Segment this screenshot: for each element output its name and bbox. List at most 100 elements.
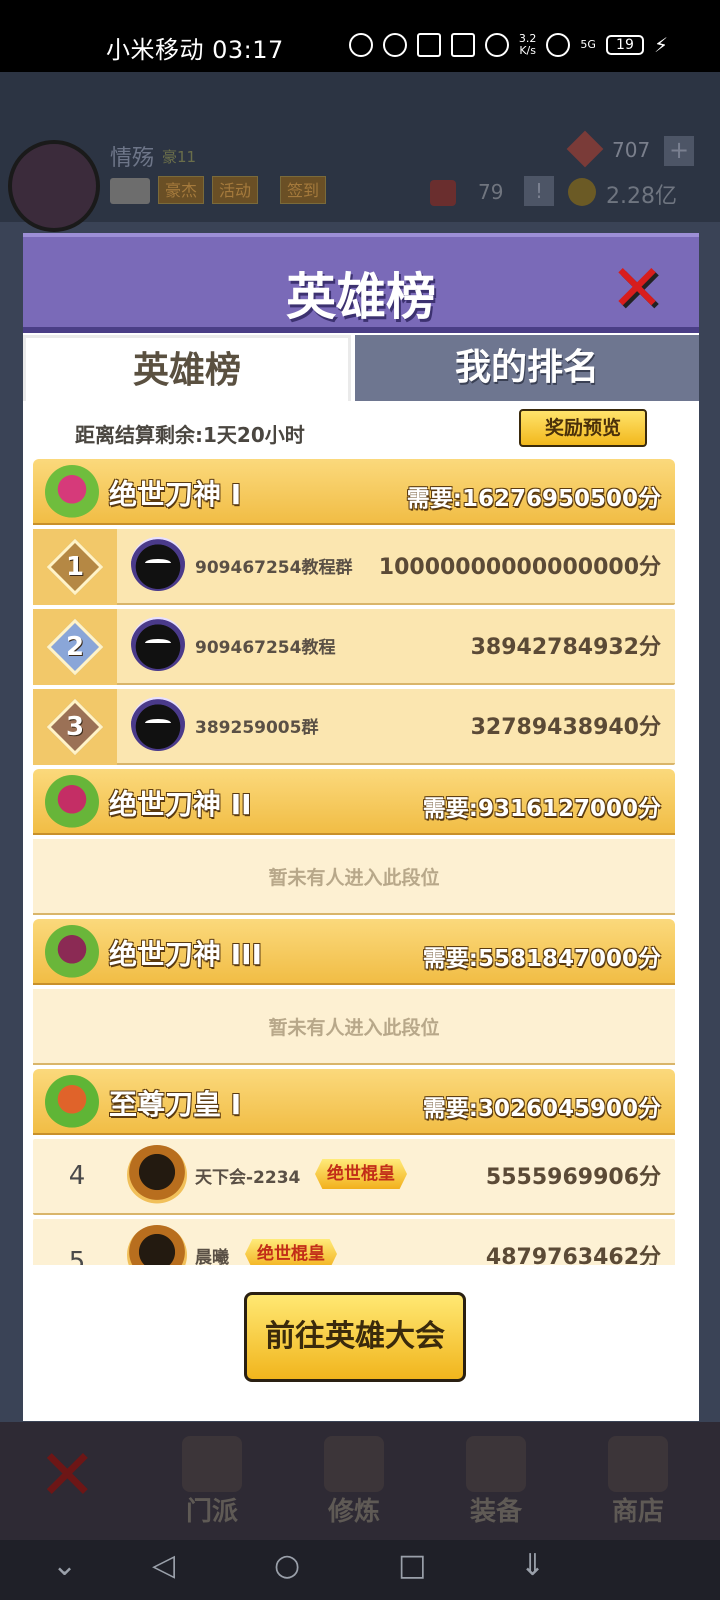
dialog-header: 英雄榜 ✕ bbox=[23, 233, 699, 333]
player-avatar bbox=[131, 617, 185, 671]
goto-hero-conference-button[interactable]: 前往英雄大会 bbox=[244, 1292, 466, 1382]
ranking-list[interactable]: 绝世刀神 I 需要:16276950500分 1 909467254教程群 10… bbox=[33, 459, 675, 1265]
rank-number: 2 bbox=[65, 632, 85, 662]
battery-icon: 19 bbox=[605, 35, 644, 55]
gold-count: 2.28亿 bbox=[606, 184, 677, 209]
nav-close: ✕ bbox=[0, 1430, 140, 1538]
nav-train: 修炼 bbox=[284, 1430, 424, 1538]
add-gem-button: + bbox=[664, 136, 694, 166]
status-bar: 小米移动 03:17 3.2 K/s 5G 19 ⚡ bbox=[0, 0, 720, 72]
back-icon[interactable]: ◁ bbox=[152, 1548, 175, 1583]
nav-sect: 门派 bbox=[142, 1430, 282, 1538]
sword-icon bbox=[466, 1436, 526, 1492]
tier-emblem-icon bbox=[45, 465, 99, 519]
pull-down-icon[interactable]: ⇓ bbox=[520, 1548, 545, 1583]
title-badge: 绝世棍皇 bbox=[315, 1159, 407, 1189]
player-avatar bbox=[131, 537, 185, 591]
shop-icon bbox=[608, 1436, 668, 1492]
close-x-icon: ✕ bbox=[38, 1434, 97, 1516]
tier-header: 绝世刀神 I 需要:16276950500分 bbox=[33, 459, 675, 525]
player-score: 10000000000000000分 bbox=[378, 555, 661, 580]
player-avatar bbox=[8, 140, 100, 232]
hd-icon bbox=[348, 33, 373, 57]
nfc-icon bbox=[416, 33, 441, 57]
tier-header: 绝世刀神 III 需要:5581847000分 bbox=[33, 919, 675, 985]
player-score: 38942784932分 bbox=[470, 635, 661, 660]
gem-count: 707 bbox=[612, 138, 651, 162]
ranking-row[interactable]: 3 389259005群 32789438940分 bbox=[33, 689, 675, 765]
system-nav-bar: ⌄ ◁ ○ □ ⇓ bbox=[0, 1540, 720, 1600]
player-name: 天下会-2234 bbox=[195, 1168, 301, 1188]
tier-name: 至尊刀皇 I bbox=[109, 1088, 242, 1121]
tier-requirement: 需要:5581847000分 bbox=[422, 946, 661, 972]
empty-tier-text: 暂未有人进入此段位 bbox=[268, 867, 440, 889]
checkin-button: 签到 bbox=[280, 176, 327, 204]
bottom-nav: ✕ 门派 修炼 装备 商店 bbox=[0, 1422, 720, 1540]
tier-requirement: 需要:3026045900分 bbox=[422, 1096, 661, 1122]
mail-icon bbox=[110, 178, 150, 204]
reward-preview-button[interactable]: 奖励预览 bbox=[519, 409, 647, 447]
player-score: 4879763462分 bbox=[485, 1245, 661, 1265]
tier-requirement: 需要:16276950500分 bbox=[406, 486, 661, 512]
empty-tier-row: 暂未有人进入此段位 bbox=[33, 989, 675, 1065]
rank-number: 5 bbox=[68, 1247, 86, 1265]
bluetooth-icon bbox=[450, 33, 475, 57]
ingot-icon bbox=[430, 180, 456, 206]
player-name: 909467254教程 bbox=[195, 638, 336, 658]
player-level: 豪11 bbox=[162, 148, 197, 166]
hero-ranking-dialog: 英雄榜 ✕ 英雄榜 我的排名 距离结算剩余:1天20小时 奖励预览 绝世刀神 I… bbox=[23, 233, 699, 1421]
player-score: 5555969906分 bbox=[485, 1165, 661, 1190]
nav-shop: 商店 bbox=[568, 1430, 708, 1538]
ingot-count: 79 bbox=[478, 180, 504, 204]
tier-name: 绝世刀神 III bbox=[109, 938, 263, 971]
player-name: 389259005群 bbox=[195, 718, 319, 738]
player-name: 晨曦 bbox=[195, 1248, 229, 1265]
chevron-down-icon[interactable]: ⌄ bbox=[52, 1548, 77, 1583]
player-avatar bbox=[127, 1145, 187, 1205]
tier-emblem-icon bbox=[45, 925, 99, 979]
ranking-row[interactable]: 4 天下会-2234 绝世棍皇 5555969906分 bbox=[33, 1139, 675, 1215]
tier-name: 绝世刀神 I bbox=[109, 478, 242, 511]
wifi-icon bbox=[546, 33, 571, 57]
rank-number: 4 bbox=[68, 1161, 86, 1191]
ranking-row[interactable]: 5 晨曦 绝世棍皇 4879763462分 bbox=[33, 1219, 675, 1265]
charging-icon: ⚡ bbox=[653, 33, 668, 57]
home-icon[interactable]: ○ bbox=[274, 1548, 300, 1583]
hero-button: 豪杰 bbox=[158, 176, 205, 204]
ranking-row[interactable]: 1 909467254教程群 10000000000000000分 bbox=[33, 529, 675, 605]
tier-header: 绝世刀神 II 需要:9316127000分 bbox=[33, 769, 675, 835]
empty-tier-row: 暂未有人进入此段位 bbox=[33, 839, 675, 915]
activity-button: 活动 bbox=[212, 176, 259, 204]
empty-tier-text: 暂未有人进入此段位 bbox=[268, 1017, 440, 1039]
tier-emblem-icon bbox=[45, 1075, 99, 1129]
temple-icon bbox=[182, 1436, 242, 1492]
tier-name: 绝世刀神 II bbox=[109, 788, 252, 821]
player-name: 情殇 bbox=[110, 146, 155, 171]
close-button[interactable]: ✕ bbox=[607, 257, 667, 321]
rank-number: 3 bbox=[65, 712, 85, 742]
net-speed: 3.2 K/s bbox=[518, 32, 537, 57]
player-score: 32789438940分 bbox=[470, 715, 661, 740]
mute-bell-icon bbox=[484, 33, 509, 57]
carrier-time: 小米移动 03:17 bbox=[106, 36, 284, 64]
player-name: 909467254教程群 bbox=[195, 558, 353, 578]
tier-emblem-icon bbox=[45, 775, 99, 829]
nav-equip: 装备 bbox=[426, 1430, 566, 1538]
settlement-countdown: 距离结算剩余:1天20小时 bbox=[75, 423, 305, 447]
player-avatar bbox=[131, 697, 185, 751]
rank-number: 1 bbox=[65, 552, 85, 582]
eye-icon bbox=[382, 33, 407, 57]
book-icon bbox=[324, 1436, 384, 1492]
title-badge: 绝世棍皇 bbox=[245, 1239, 337, 1265]
ranking-row[interactable]: 2 909467254教程 38942784932分 bbox=[33, 609, 675, 685]
dialog-title: 英雄榜 bbox=[286, 268, 436, 326]
recents-icon[interactable]: □ bbox=[398, 1548, 426, 1583]
coin-icon bbox=[568, 178, 596, 206]
status-icons: 3.2 K/s 5G 19 ⚡ bbox=[348, 28, 668, 62]
alert-icon: ! bbox=[524, 176, 554, 206]
tab-my-ranking[interactable]: 我的排名 bbox=[355, 335, 699, 401]
tier-requirement: 需要:9316127000分 bbox=[422, 796, 661, 822]
tab-hero-ranking[interactable]: 英雄榜 bbox=[23, 335, 351, 401]
tier-header: 至尊刀皇 I 需要:3026045900分 bbox=[33, 1069, 675, 1135]
player-avatar bbox=[127, 1225, 187, 1265]
